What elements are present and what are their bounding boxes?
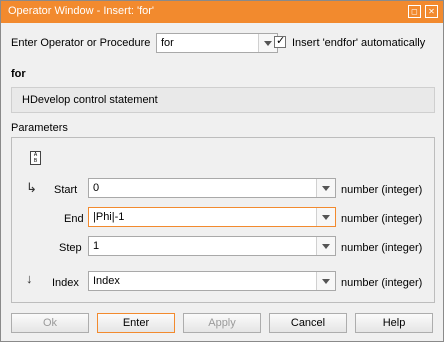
chevron-down-icon[interactable] [316, 237, 335, 255]
param-start-type: number (integer) [341, 184, 423, 196]
ok-button[interactable]: Ok [11, 313, 89, 333]
param-step-value: 1 [93, 240, 100, 252]
param-start-combo[interactable]: 0 [88, 178, 336, 198]
operator-combo[interactable]: for [156, 33, 278, 53]
check-icon: ✓ [276, 35, 286, 47]
param-end-type: number (integer) [341, 213, 423, 225]
loop-index-arrow-icon: ↓ [26, 271, 33, 286]
chevron-down-icon[interactable] [316, 272, 335, 290]
param-end-combo[interactable]: |Phi|-1 [88, 207, 336, 227]
chevron-down-icon[interactable] [316, 179, 335, 197]
param-start-label: Start [54, 184, 78, 196]
cancel-button[interactable]: Cancel [269, 313, 347, 333]
operator-row: Enter Operator or Procedure for ✓ Insert… [11, 33, 435, 53]
param-step-label: Step [59, 242, 82, 254]
parameters-panel: AB ↳ Start 0 number (integer) End |Phi|-… [11, 137, 435, 303]
title-bar[interactable]: Operator Window - Insert: 'for' ◻ ✕ [1, 1, 443, 23]
param-index-combo[interactable]: Index [88, 271, 336, 291]
param-step-type: number (integer) [341, 242, 423, 254]
param-end-value: |Phi|-1 [93, 211, 125, 223]
sort-alpha-icon[interactable]: AB [30, 151, 41, 165]
chevron-down-icon[interactable] [316, 208, 335, 226]
close-icon[interactable]: ✕ [425, 5, 438, 18]
operator-window: Operator Window - Insert: 'for' ◻ ✕ Ente… [0, 0, 444, 342]
apply-button[interactable]: Apply [183, 313, 261, 333]
window-title: Operator Window - Insert: 'for' [8, 5, 155, 17]
insert-endfor-checkbox[interactable]: ✓ [274, 35, 286, 48]
help-button[interactable]: Help [355, 313, 433, 333]
dialog-button-row: Ok Enter Apply Cancel Help [1, 313, 444, 335]
param-index-type: number (integer) [341, 277, 423, 289]
loop-start-arrow-icon: ↳ [26, 180, 37, 195]
param-end-label: End [64, 213, 84, 225]
pin-icon[interactable]: ◻ [408, 5, 421, 18]
operator-combo-value: for [161, 37, 174, 49]
operator-name-heading: for [11, 68, 26, 80]
param-index-value: Index [93, 275, 120, 287]
param-index-label: Index [52, 277, 79, 289]
operator-description-box: HDevelop control statement [11, 87, 435, 113]
operator-description: HDevelop control statement [22, 94, 158, 106]
param-start-value: 0 [93, 182, 100, 194]
enter-button[interactable]: Enter [97, 313, 175, 333]
insert-endfor-label: Insert 'endfor' automatically [292, 37, 426, 49]
param-step-combo[interactable]: 1 [88, 236, 336, 256]
operator-label: Enter Operator or Procedure [11, 37, 151, 49]
parameters-title: Parameters [11, 122, 68, 134]
